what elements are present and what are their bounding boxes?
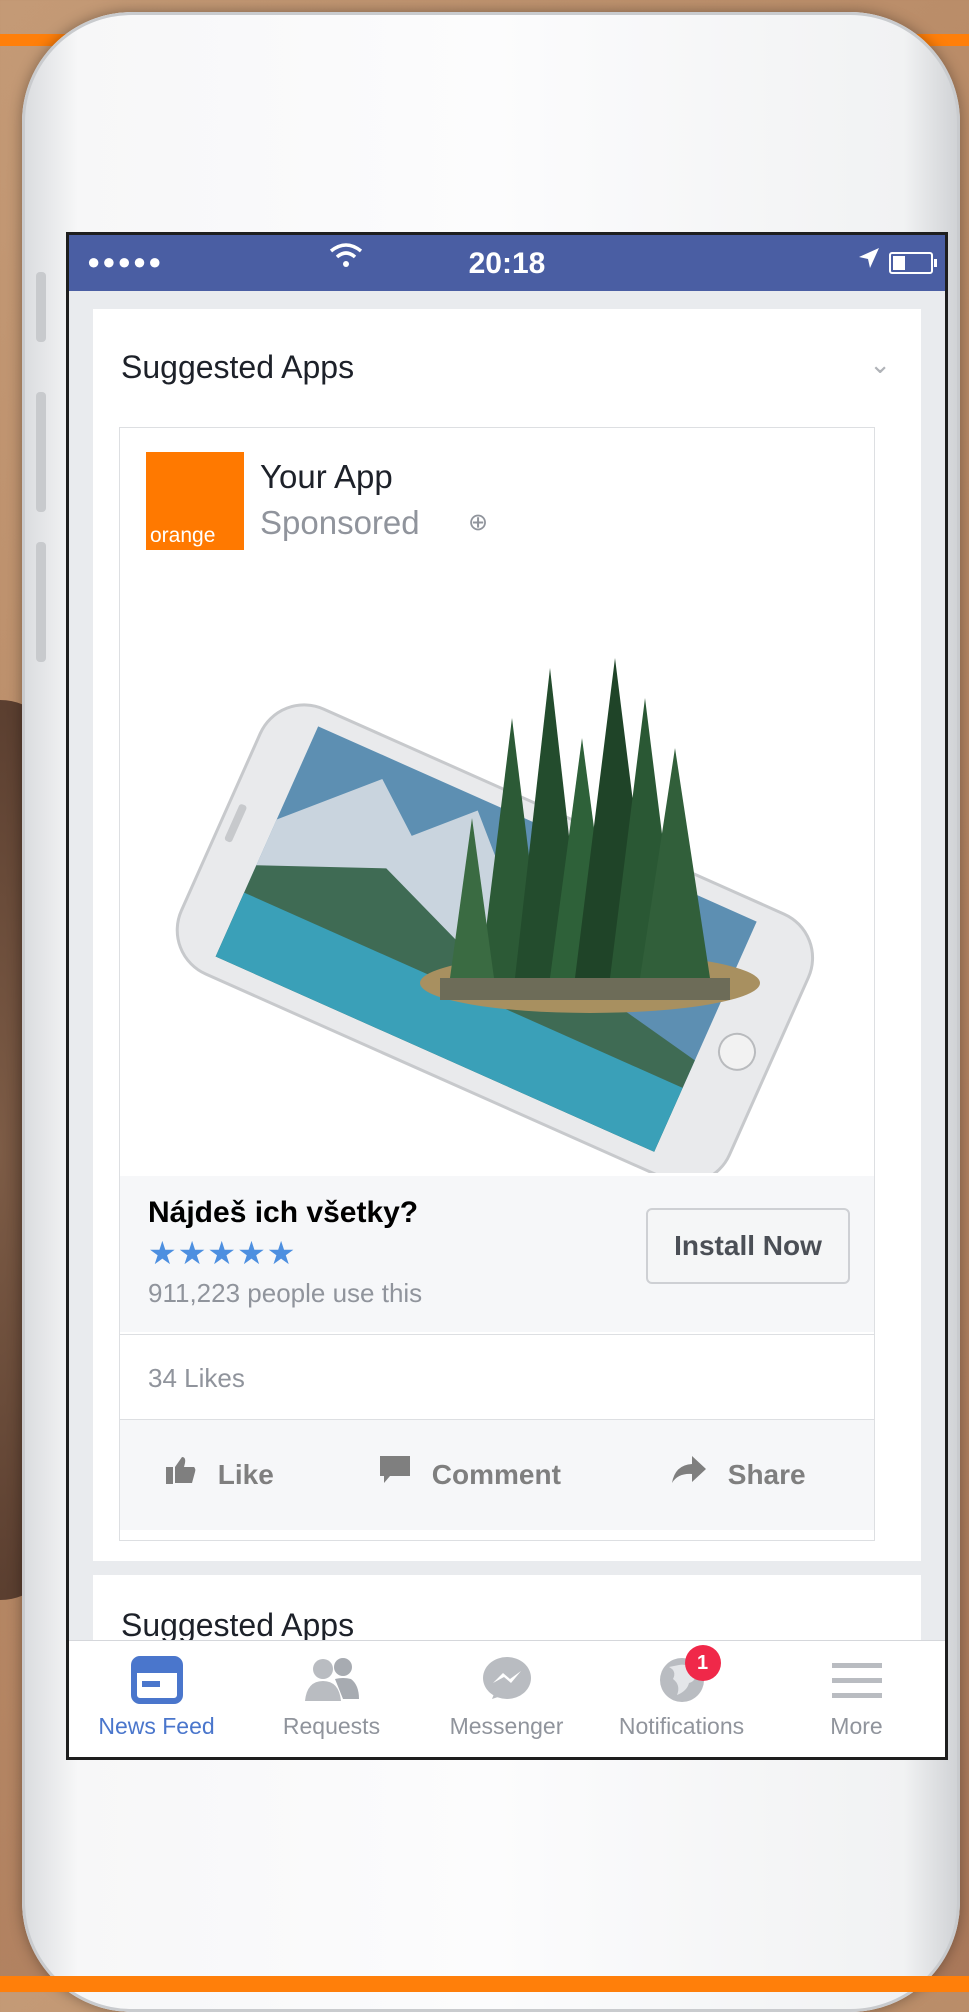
comment-icon <box>380 1456 418 1490</box>
tab-label: Notifications <box>618 1713 745 1739</box>
comment-button[interactable]: Comment <box>380 1456 561 1491</box>
volume-up-button <box>36 392 46 512</box>
logo-text: orange <box>150 524 216 547</box>
next-card-title: Suggested Apps <box>121 1607 355 1643</box>
globe-icon: ⊕ <box>468 509 489 536</box>
bottom-accent-bar <box>0 1976 969 1992</box>
share-label: Share <box>727 1459 806 1490</box>
install-now-button[interactable]: Install Now <box>646 1208 850 1284</box>
tab-requests[interactable]: Requests <box>244 1641 419 1757</box>
location-arrow-icon <box>857 245 881 277</box>
tab-news-feed[interactable]: News Feed <box>69 1641 244 1757</box>
likes-count: 34 Likes <box>148 1363 245 1393</box>
suggested-apps-card: Suggested Apps ⌄ orange Your App Sponsor… <box>93 309 921 1561</box>
card-title: Suggested Apps <box>121 349 355 385</box>
usage-count: 911,223 people use this <box>148 1278 423 1308</box>
cta-area: Nájdeš ich všetky? ★★★★★ 911,223 people … <box>120 1176 874 1332</box>
status-bar: ●●●●● 20:18 <box>69 235 945 291</box>
chevron-down-icon[interactable]: ⌄ <box>869 349 891 380</box>
share-arrow-icon <box>672 1456 714 1490</box>
ad-image[interactable] <box>120 588 874 1173</box>
mute-switch <box>36 272 46 342</box>
tab-messenger[interactable]: Messenger <box>419 1641 594 1757</box>
app-name-link[interactable]: Your App <box>260 458 393 496</box>
tab-label: More <box>830 1713 883 1739</box>
tab-more[interactable]: More <box>769 1641 944 1757</box>
action-bar: Like Comment Share <box>120 1420 874 1530</box>
messenger-icon <box>478 1655 536 1705</box>
news-feed-icon <box>128 1655 186 1705</box>
thumbs-up-icon <box>166 1457 204 1490</box>
share-button[interactable]: Share <box>672 1456 806 1491</box>
notification-badge: 1 <box>684 1645 721 1681</box>
requests-icon <box>303 1655 361 1705</box>
rating-stars: ★★★★★ <box>148 1235 297 1271</box>
phone-screen: ●●●●● 20:18 Suggested Apps ⌄ orange Your… <box>66 232 948 1760</box>
like-label: Like <box>217 1459 274 1490</box>
battery-icon <box>889 252 937 274</box>
tab-label: News Feed <box>98 1713 215 1739</box>
like-button[interactable]: Like <box>166 1456 274 1491</box>
volume-down-button <box>36 542 46 662</box>
menu-icon <box>828 1655 886 1705</box>
tab-notifications[interactable]: 1 Notifications <box>594 1641 769 1757</box>
tab-label: Requests <box>282 1713 381 1739</box>
orange-logo[interactable]: orange <box>146 452 244 550</box>
likes-row[interactable]: 34 Likes <box>120 1334 874 1420</box>
ad-headline: Nájdeš ich všetky? <box>148 1196 419 1229</box>
status-time: 20:18 <box>468 247 546 280</box>
tab-label: Messenger <box>449 1713 564 1739</box>
globe-icon: 1 <box>653 1645 721 1705</box>
comment-label: Comment <box>431 1459 561 1490</box>
sponsored-label: Sponsored <box>260 504 420 541</box>
sponsored-ad: orange Your App Sponsored ⊕ Nájdeš ich v… <box>119 427 875 1541</box>
bottom-tab-bar: News Feed Requests Messenger 1 Notificat… <box>69 1640 945 1757</box>
